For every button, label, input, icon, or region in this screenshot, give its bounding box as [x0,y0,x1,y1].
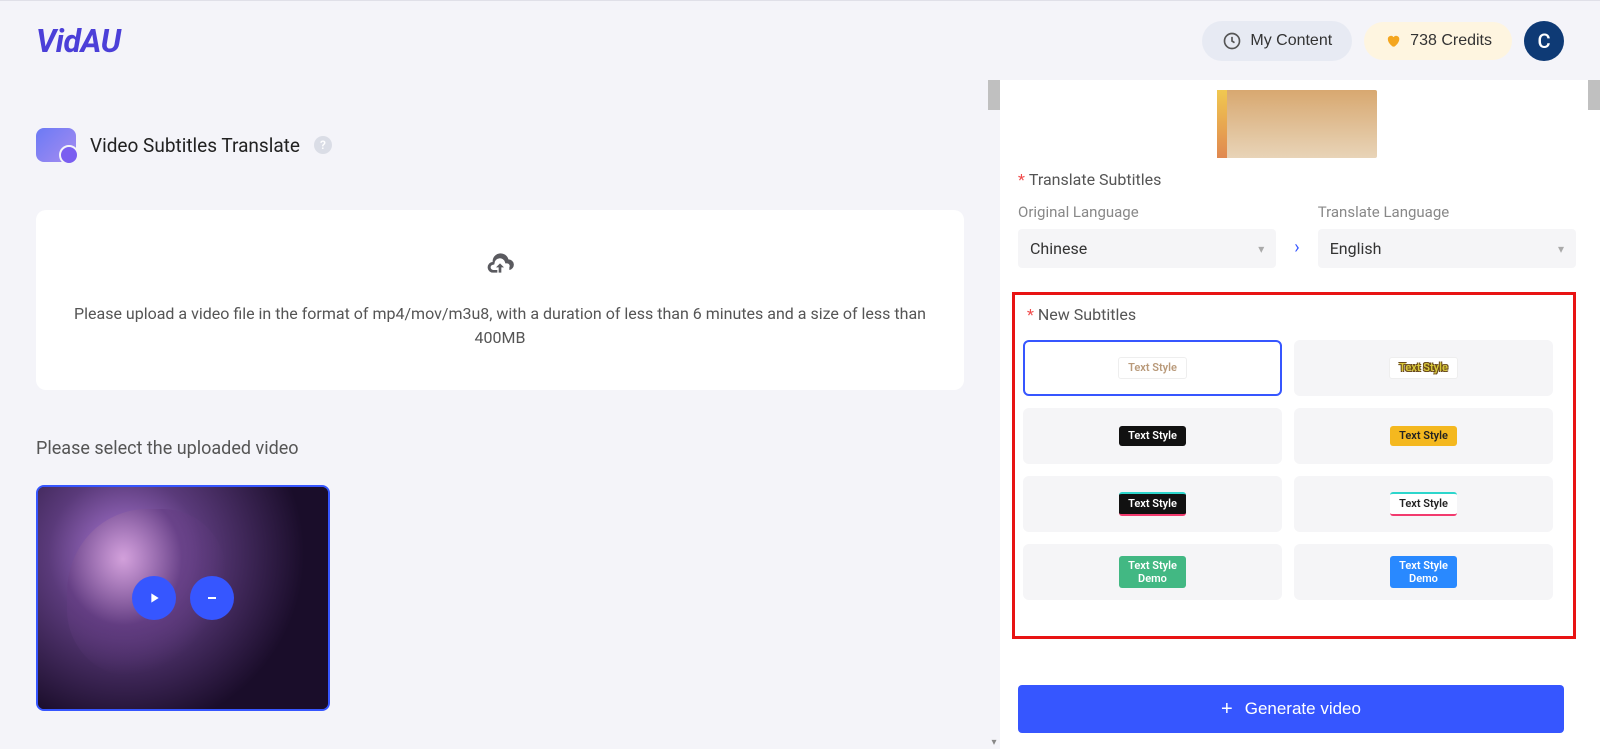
remove-button[interactable] [190,576,234,620]
original-language-col: Original Language Chinese ▾ [1018,203,1276,268]
help-icon[interactable]: ? [314,136,332,154]
required-asterisk: * [1018,170,1025,189]
subtitle-style-option-8[interactable]: Text StyleDemo [1294,544,1553,600]
plus-icon: + [1221,699,1233,719]
select-video-label: Please select the uploaded video [36,438,964,459]
original-language-select[interactable]: Chinese ▾ [1018,229,1276,268]
chevron-down-icon: ▾ [1558,242,1564,256]
new-subtitles-highlight-box: *New Subtitles Text Style Text Style Tex… [1012,292,1576,639]
scrollbar-arrow-down-icon[interactable]: ▾ [988,735,1000,749]
subtitle-style-grid: Text Style Text Style Text Style Text St… [1015,340,1561,600]
preview-thumbnail[interactable] [1217,90,1377,158]
style-preview: Text Style [1118,357,1187,378]
my-content-label: My Content [1250,32,1332,50]
required-asterisk: * [1027,305,1034,324]
play-button[interactable] [132,576,176,620]
subtitle-style-option-2[interactable]: Text Style [1294,340,1553,396]
style-preview: Text Style [1390,492,1457,515]
main-container: Video Subtitles Translate ? Please uploa… [0,80,1600,749]
arrow-right-icon: › [1294,237,1299,268]
translate-language-label: Translate Language [1318,203,1576,221]
style-preview: Text StyleDemo [1119,556,1186,588]
credits-button[interactable]: 738 Credits [1364,22,1512,60]
generate-video-button[interactable]: + Generate video [1018,685,1564,733]
translate-language-col: Translate Language English ▾ [1318,203,1576,268]
right-scrollbar[interactable] [1588,80,1600,749]
subtitle-style-option-7[interactable]: Text StyleDemo [1023,544,1282,600]
style-preview: Text StyleDemo [1390,556,1457,588]
my-content-button[interactable]: My Content [1202,21,1352,61]
style-preview: Text Style [1389,357,1458,378]
upload-hint: Please upload a video file in the format… [70,302,930,350]
subtitle-style-option-6[interactable]: Text Style [1294,476,1553,532]
original-language-label: Original Language [1018,203,1276,221]
header-right: My Content 738 Credits C [1202,21,1564,61]
play-icon [146,590,162,606]
brand-logo[interactable]: VidAU [36,22,121,60]
translate-language-select[interactable]: English ▾ [1318,229,1576,268]
avatar[interactable]: C [1524,21,1564,61]
generate-video-label: Generate video [1245,699,1361,719]
subtitle-style-option-5[interactable]: Text Style [1023,476,1282,532]
language-row: Original Language Chinese ▾ › Translate … [1018,203,1576,268]
page-title-row: Video Subtitles Translate ? [36,128,964,162]
subtitle-style-option-4[interactable]: Text Style [1294,408,1553,464]
left-section: Video Subtitles Translate ? Please uploa… [0,80,1000,749]
right-section: *Translate Subtitles Original Language C… [1000,80,1600,749]
subtitle-style-option-3[interactable]: Text Style [1023,408,1282,464]
scrollbar-thumb[interactable] [988,80,1000,110]
heart-icon [1384,32,1402,50]
cloud-upload-icon [480,250,520,282]
video-controls [132,576,234,620]
new-subtitles-label: *New Subtitles [1027,305,1561,324]
scrollbar-thumb[interactable] [1588,80,1600,110]
style-preview: Text Style [1119,492,1186,515]
clock-icon [1222,31,1242,51]
header: VidAU My Content 738 Credits C [0,0,1600,80]
subtitle-translate-icon [36,128,76,162]
credits-label: 738 Credits [1410,32,1492,50]
style-preview: Text Style [1390,426,1457,445]
translate-subtitles-label: *Translate Subtitles [1018,170,1576,189]
video-thumbnail[interactable] [36,485,330,711]
subtitle-style-option-1[interactable]: Text Style [1023,340,1282,396]
generate-row: + Generate video [1018,685,1564,733]
minus-icon [204,590,220,606]
upload-box[interactable]: Please upload a video file in the format… [36,210,964,390]
page-title: Video Subtitles Translate [90,134,300,157]
style-preview: Text Style [1119,426,1186,445]
left-scrollbar[interactable]: ▾ [988,80,1000,749]
translate-language-value: English [1330,239,1382,258]
chevron-down-icon: ▾ [1258,242,1264,256]
original-language-value: Chinese [1030,239,1087,258]
